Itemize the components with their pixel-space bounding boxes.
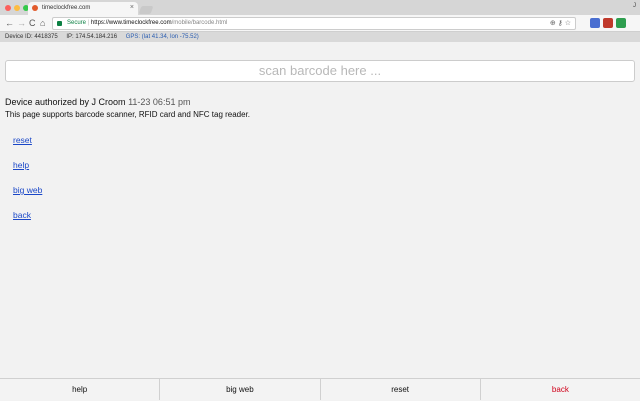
forward-arrow-icon[interactable]: →	[17, 18, 26, 28]
auth-status: Device authorized by J Croom 11-23 06:51…	[5, 96, 190, 108]
footer-big-web-button[interactable]: big web	[160, 379, 321, 400]
reload-icon[interactable]: C	[29, 18, 36, 28]
device-info-bar: Device ID: 4418375 IP: 174.54.184.216 GP…	[0, 32, 640, 42]
footer-help-button[interactable]: help	[0, 379, 161, 400]
profile-button[interactable]: J	[633, 3, 636, 9]
favicon-icon	[32, 5, 38, 11]
minimize-window-icon[interactable]	[14, 5, 20, 11]
back-link[interactable]: back	[13, 210, 31, 220]
footer-bar: help big web reset back	[0, 378, 640, 400]
bookmark-star-icon[interactable]: ⊕ ⚷ ☆	[550, 18, 571, 29]
device-id: Device ID: 4418375	[5, 34, 58, 40]
back-arrow-icon[interactable]: ←	[5, 18, 14, 28]
gps-location: GPS: (lat 41.34, lon -75.52)	[125, 34, 199, 40]
footer-reset-button[interactable]: reset	[320, 379, 481, 400]
extension-calendar-icon[interactable]	[590, 18, 600, 28]
url-path: /mobile/barcode.html	[171, 20, 228, 26]
footer-back-button[interactable]: back	[480, 379, 640, 400]
ip-address: IP: 174.54.184.216	[66, 34, 118, 40]
url-host: https://www.timeclockfree.com	[90, 20, 172, 26]
big-web-link[interactable]: big web	[13, 185, 42, 195]
auth-text: Device authorized by J Croom	[5, 97, 126, 107]
secure-label: Secure	[67, 20, 87, 26]
browser-chrome: timeclockfree.com × J ← → C ⌂ Secure | h…	[0, 0, 640, 32]
tab-strip: timeclockfree.com × J	[0, 0, 640, 15]
reset-link[interactable]: reset	[13, 135, 32, 145]
tab-title: timeclockfree.com	[42, 5, 91, 11]
close-window-icon[interactable]	[5, 5, 11, 11]
address-bar[interactable]: Secure | https://www.timeclockfree.com/m…	[52, 17, 576, 30]
help-link[interactable]: help	[13, 160, 29, 170]
lock-icon	[57, 21, 62, 26]
extension-mail-icon[interactable]	[603, 18, 613, 28]
new-tab-button[interactable]	[138, 6, 154, 14]
extension-drive-icon[interactable]	[616, 18, 626, 28]
auth-time: 11-23 06:51 pm	[128, 97, 191, 107]
browser-toolbar: ← → C ⌂ Secure | https://www.timeclockfr…	[0, 15, 640, 32]
home-icon[interactable]: ⌂	[40, 18, 45, 28]
scan-barcode-input[interactable]: scan barcode here ...	[5, 60, 635, 82]
browser-tab[interactable]: timeclockfree.com ×	[28, 2, 138, 15]
supported-readers-text: This page supports barcode scanner, RFID…	[5, 110, 251, 119]
tab-close-icon[interactable]: ×	[130, 4, 134, 11]
